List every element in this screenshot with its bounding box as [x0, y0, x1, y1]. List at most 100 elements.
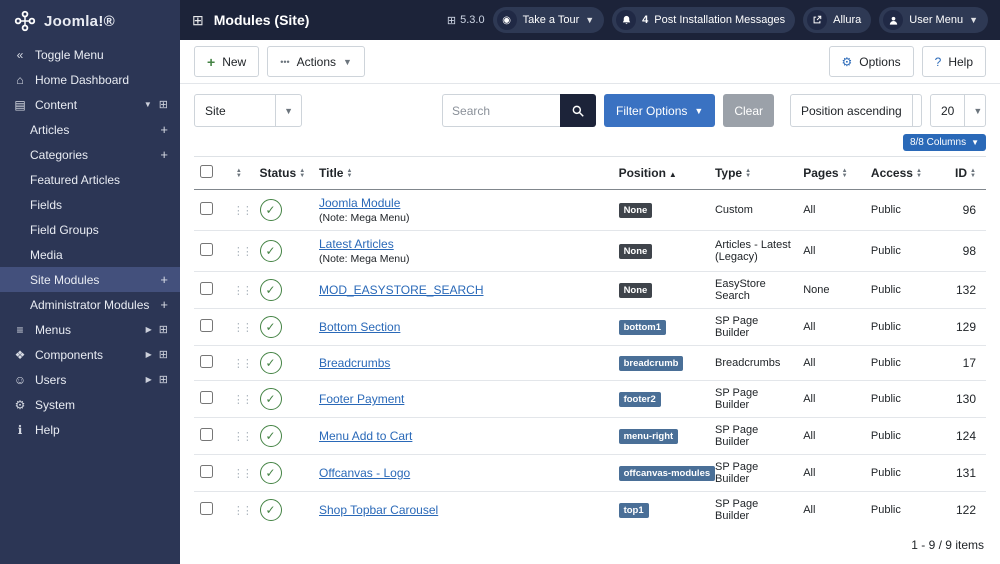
sidebar-item-site-modules[interactable]: Site Modules +	[0, 267, 180, 292]
grid-icon[interactable]: ⊞	[159, 348, 168, 361]
status-published-icon[interactable]: ✓	[259, 499, 282, 521]
position-column-header[interactable]: Position ▲	[612, 156, 709, 190]
module-title-link[interactable]: Breadcrumbs	[319, 356, 390, 370]
sidebar-item-users[interactable]: ☺ Users ▶ ⊞	[0, 367, 180, 392]
sidebar-item-components[interactable]: ❖ Components ▶ ⊞	[0, 342, 180, 367]
sidebar-item-help[interactable]: ℹ Help	[0, 417, 180, 442]
plus-icon[interactable]: +	[160, 122, 168, 137]
search-input[interactable]	[442, 94, 561, 127]
row-checkbox[interactable]	[200, 502, 213, 515]
row-position-cell: None	[612, 271, 709, 309]
sort-order-select[interactable]: Position ascending ▼	[790, 94, 922, 127]
grid-icon[interactable]: ⊞	[159, 323, 168, 336]
module-title-link[interactable]: MOD_EASYSTORE_SEARCH	[319, 283, 484, 297]
client-select[interactable]: Site ▼	[194, 94, 302, 127]
row-checkbox[interactable]	[200, 465, 213, 478]
row-checkbox[interactable]	[200, 391, 213, 404]
row-checkbox[interactable]	[200, 282, 213, 295]
drag-handle-icon[interactable]: ⋮⋮	[233, 505, 253, 517]
sidebar-item-categories[interactable]: Categories +	[0, 142, 180, 167]
status-column-header[interactable]: Status ▲ ▼	[253, 156, 313, 190]
row-checkbox[interactable]	[200, 202, 213, 215]
access-column-header[interactable]: Access ▲ ▼	[864, 156, 939, 190]
status-published-icon[interactable]: ✓	[259, 316, 282, 338]
drag-handle-icon[interactable]: ⋮⋮	[233, 394, 253, 406]
drag-handle-icon[interactable]: ⋮⋮	[233, 322, 253, 334]
take-a-tour-button[interactable]: ◉ Take a Tour ▼	[492, 7, 605, 33]
plus-icon[interactable]: +	[160, 147, 168, 162]
row-checkbox[interactable]	[200, 428, 213, 441]
status-published-icon[interactable]: ✓	[259, 388, 282, 410]
module-title-link[interactable]: Footer Payment	[319, 392, 404, 406]
grid-icon[interactable]: ⊞	[159, 98, 168, 111]
columns-toggle-button[interactable]: 8/8 Columns ▼	[902, 134, 986, 151]
page-title: Modules (Site)	[213, 12, 310, 28]
drag-handle-icon[interactable]: ⋮⋮	[233, 246, 253, 258]
drag-handle-icon[interactable]: ⋮⋮	[233, 358, 253, 370]
chevron-down-icon: ▼	[911, 95, 921, 126]
module-title-link[interactable]: Offcanvas - Logo	[319, 466, 410, 480]
drag-handle-icon[interactable]: ⋮⋮	[233, 285, 253, 297]
sidebar-item-menus[interactable]: ≡ Menus ▶ ⊞	[0, 317, 180, 342]
list-limit-select[interactable]: 20 ▼	[930, 94, 986, 127]
status-published-icon[interactable]: ✓	[259, 462, 282, 484]
module-title-link[interactable]: Shop Topbar Carousel	[319, 503, 438, 517]
actions-button[interactable]: ••• Actions ▼	[267, 46, 365, 77]
drag-handle-icon[interactable]: ⋮⋮	[233, 205, 253, 217]
sidebar-item-home-dashboard[interactable]: ⌂ Home Dashboard	[0, 67, 180, 92]
sidebar-item-administrator-modules[interactable]: Administrator Modules +	[0, 292, 180, 317]
post-installation-messages-button[interactable]: 4 Post Installation Messages	[612, 7, 796, 33]
id-column-header[interactable]: ID ▲ ▼	[938, 156, 986, 190]
toggle-menu-icon: «	[16, 47, 24, 62]
row-position-cell: top1	[612, 491, 709, 528]
status-published-icon[interactable]: ✓	[259, 279, 282, 301]
status-published-icon[interactable]: ✓	[259, 240, 282, 262]
clear-button[interactable]: Clear	[723, 94, 774, 127]
modules-table-body: ⋮⋮ ✓ Joomla Module (Note: Mega Menu) Non…	[194, 190, 986, 528]
new-button[interactable]: + New	[194, 46, 260, 77]
sidebar-item-label: Menus	[35, 322, 72, 337]
status-published-icon[interactable]: ✓	[259, 352, 282, 374]
filter-options-button[interactable]: Filter Options ▼	[604, 94, 716, 127]
pages-column-header[interactable]: Pages ▲ ▼	[797, 156, 865, 190]
module-title-link[interactable]: Bottom Section	[319, 320, 400, 334]
row-title-cell: Breadcrumbs	[313, 345, 613, 381]
row-select-cell	[194, 345, 227, 381]
table-row: ⋮⋮ ✓ Shop Topbar Carousel top1 SP Page B…	[194, 491, 986, 528]
grid-icon[interactable]: ⊞	[159, 373, 168, 386]
row-title-cell: Joomla Module (Note: Mega Menu)	[313, 190, 613, 231]
drag-handle-icon[interactable]: ⋮⋮	[233, 468, 253, 480]
position-badge: menu-right	[618, 429, 679, 444]
status-published-icon[interactable]: ✓	[259, 425, 282, 447]
user-menu-button[interactable]: User Menu ▼	[879, 7, 988, 33]
title-column-header[interactable]: Title ▲ ▼	[313, 156, 613, 190]
sidebar-item-toggle-menu[interactable]: « Toggle Menu	[0, 42, 180, 67]
sidebar-item-media[interactable]: Media	[0, 242, 180, 267]
ordering-column-header[interactable]: ▲ ▼	[226, 156, 254, 190]
type-column-header[interactable]: Type ▲ ▼	[708, 156, 798, 190]
row-checkbox[interactable]	[200, 319, 213, 332]
plus-icon[interactable]: +	[160, 272, 168, 287]
chevron-right-icon: ▶	[145, 350, 152, 359]
sort-ascending-icon: ▲	[668, 170, 677, 179]
search-button[interactable]	[560, 94, 597, 127]
row-checkbox[interactable]	[200, 243, 213, 256]
chevron-right-icon: ▶	[145, 375, 152, 384]
sidebar-item-field-groups[interactable]: Field Groups	[0, 217, 180, 242]
sidebar-item-content[interactable]: ▤ Content ▼ ⊞	[0, 92, 180, 117]
allura-preview-button[interactable]: Allura	[803, 7, 872, 33]
options-button[interactable]: ⚙ Options	[828, 46, 914, 77]
sidebar-item-featured-articles[interactable]: Featured Articles	[0, 167, 180, 192]
help-button[interactable]: ? Help	[921, 46, 986, 77]
sidebar-item-articles[interactable]: Articles +	[0, 117, 180, 142]
sidebar-item-fields[interactable]: Fields	[0, 192, 180, 217]
select-all-checkbox[interactable]	[200, 165, 213, 178]
module-title-link[interactable]: Latest Articles	[319, 237, 394, 251]
sidebar-item-system[interactable]: ⚙ System	[0, 392, 180, 417]
status-published-icon[interactable]: ✓	[259, 199, 282, 221]
drag-handle-icon[interactable]: ⋮⋮	[233, 431, 253, 443]
module-title-link[interactable]: Menu Add to Cart	[319, 429, 412, 443]
plus-icon[interactable]: +	[160, 297, 168, 312]
module-title-link[interactable]: Joomla Module	[319, 196, 400, 210]
row-checkbox[interactable]	[200, 355, 213, 368]
